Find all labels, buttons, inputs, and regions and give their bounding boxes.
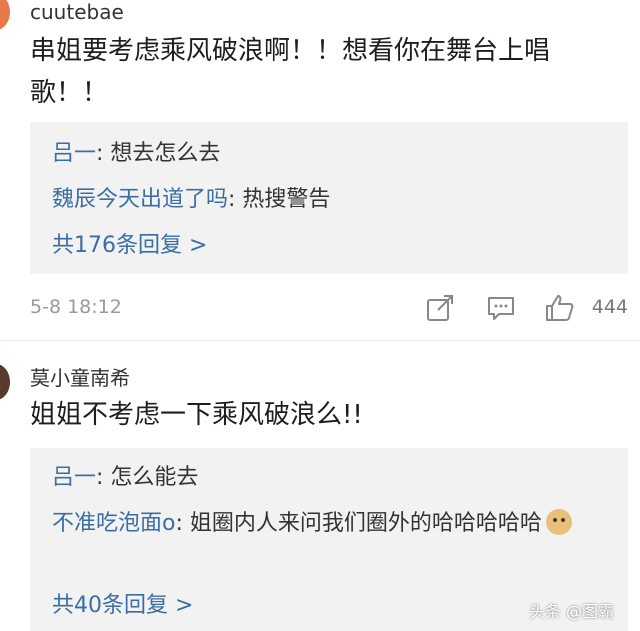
doge-emoji-icon [545,509,572,535]
comment-meta-row: 5-8 18:12 444 [30,290,628,326]
reply-item[interactable]: 魏辰今天出道了吗: 热搜警告 [52,182,616,218]
username[interactable]: 莫小童南希 [30,362,130,391]
reply-text: : 姐圈内人来问我们圈外的哈哈哈哈哈 [175,511,542,536]
reply-author[interactable]: 魏辰今天出道了吗 [52,187,228,212]
comment-text: 姐姐不考虑一下乘风破浪么!! [30,400,363,430]
repost-icon[interactable] [424,292,456,324]
reply-author[interactable]: 吕一 [52,465,96,490]
reply-text: : 想去怎么去 [96,141,221,166]
username[interactable]: cuutebae [30,0,124,24]
reply-author[interactable]: 不准吃泡面o [52,511,175,536]
more-replies-link[interactable]: 共176条回复 > [52,228,616,264]
comment-text: 串姐要考虑乘风破浪啊！！想看你在舞台上唱歌！！ [30,36,551,108]
avatar[interactable] [0,0,10,30]
like-count: 444 [591,296,628,318]
reply-item[interactable]: 吕一: 想去怎么去 [52,136,616,172]
reply-author[interactable]: 吕一 [52,141,96,166]
comment-icon[interactable] [485,292,517,324]
reply-item[interactable]: 不准吃泡面o: 姐圈内人来问我们圈外的哈哈哈哈哈 [52,506,616,542]
divider [0,340,640,341]
avatar[interactable] [0,364,10,400]
watermark: 头条 @图霸 [528,602,614,621]
thumbs-up-icon[interactable] [544,292,576,324]
reply-text: : 怎么能去 [96,465,199,490]
reply-text: : 热搜警告 [228,187,331,212]
reply-item[interactable]: 吕一: 怎么能去 [52,460,616,496]
reply-box[interactable]: 吕一: 想去怎么去 魏辰今天出道了吗: 热搜警告 共176条回复 > [30,122,628,274]
timestamp: 5-8 18:12 [30,296,122,318]
